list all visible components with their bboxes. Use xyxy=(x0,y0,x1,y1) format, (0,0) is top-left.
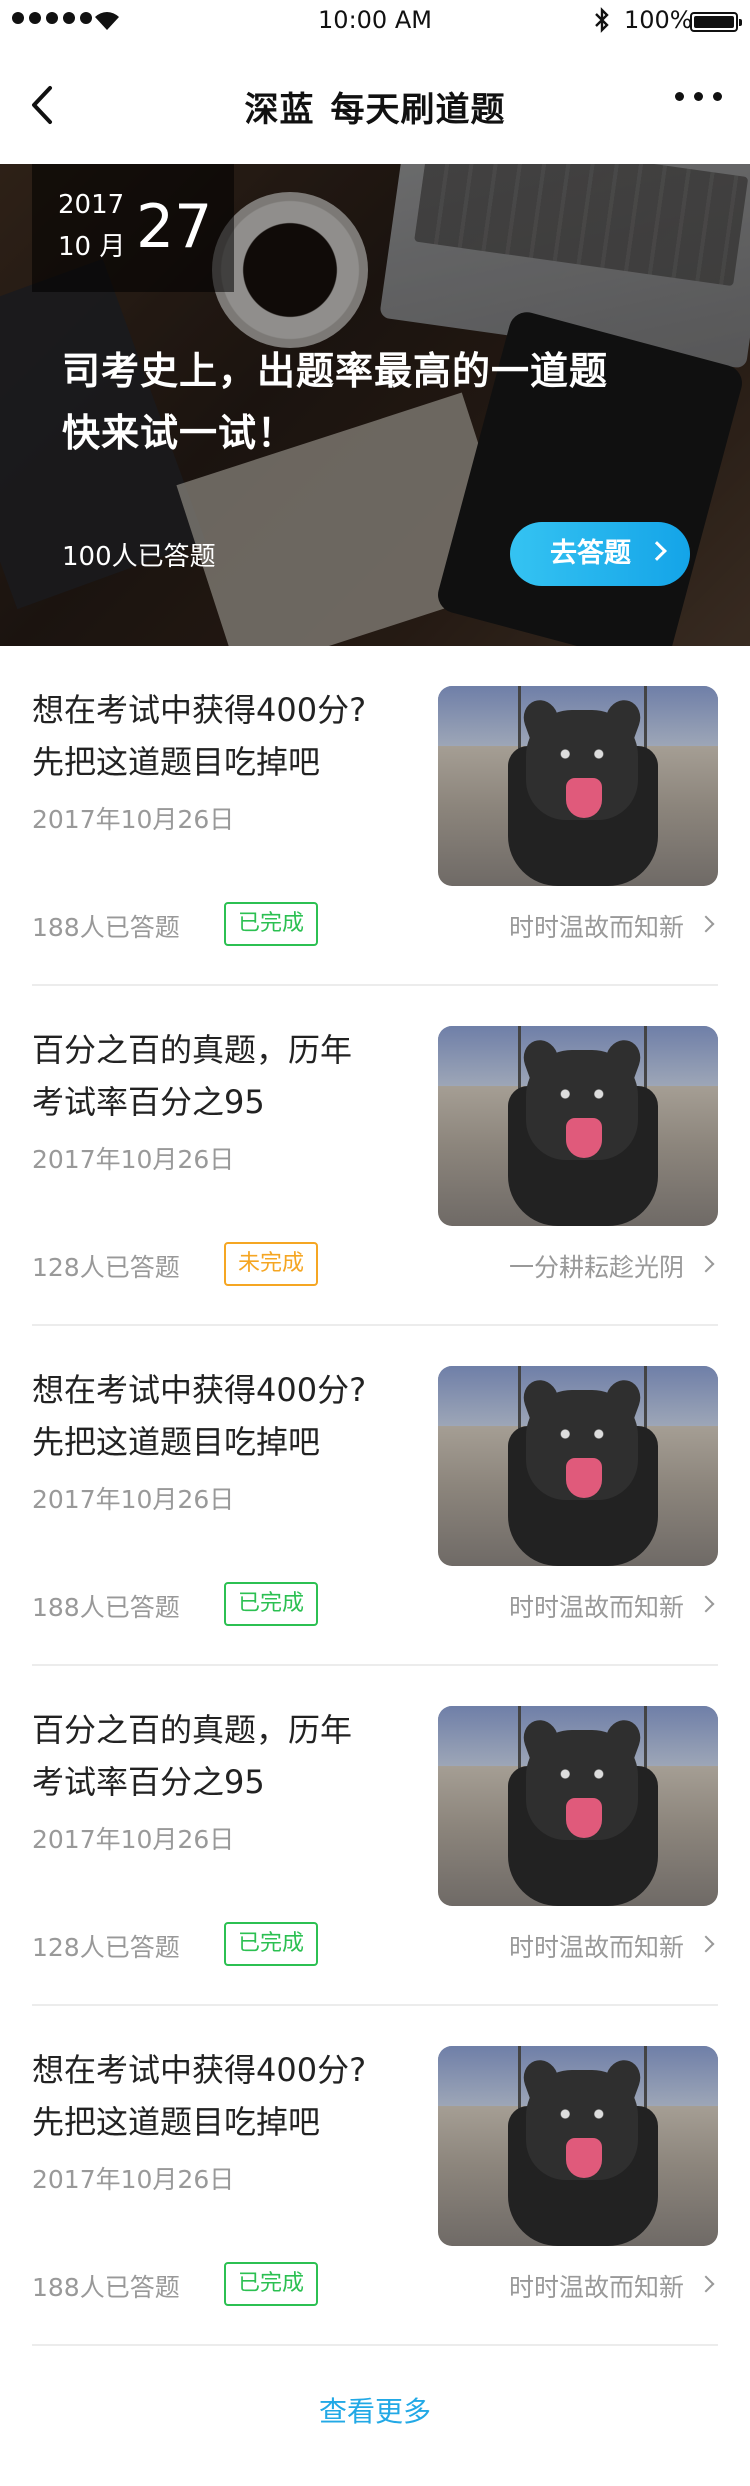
item-tagline-link[interactable]: 时时温故而知新 xyxy=(509,2268,684,2304)
question-thumbnail xyxy=(438,1026,718,1226)
nav-bar: 深蓝 每天刷道题 xyxy=(0,62,750,148)
chevron-right-icon xyxy=(697,1595,715,1613)
battery-percent: 100% xyxy=(624,6,693,34)
hero-day: 27 xyxy=(136,192,213,262)
list-item[interactable]: 想在考试中获得400分? 先把这道题目吃掉吧 2017年10月26日 188人已… xyxy=(32,2006,718,2346)
chevron-right-icon xyxy=(647,541,667,561)
go-answer-label: 去答题 xyxy=(550,538,631,569)
item-tagline-link[interactable]: 时时温故而知新 xyxy=(509,908,684,944)
question-list: 想在考试中获得400分? 先把这道题目吃掉吧 2017年10月26日 188人已… xyxy=(32,646,718,2346)
chevron-right-icon xyxy=(697,2275,715,2293)
list-item[interactable]: 百分之百的真题，历年 考试率百分之95 2017年10月26日 128人已答题 … xyxy=(32,1666,718,2006)
question-title-line1: 百分之百的真题，历年 xyxy=(32,1711,353,1749)
question-date: 2017年10月26日 xyxy=(32,1825,235,1854)
status-badge: 已完成 xyxy=(224,1582,319,1626)
question-title-line1: 想在考试中获得400分? xyxy=(32,2051,367,2089)
question-title-line2: 考试率百分之95 xyxy=(32,1763,265,1801)
battery-icon xyxy=(690,12,742,32)
item-tagline-link[interactable]: 时时温故而知新 xyxy=(509,1588,684,1624)
hero-banner: 2017 10 月 27 司考史上，出题率最高的一道题 快来试一试！ 100人已… xyxy=(0,164,750,646)
hero-answered-count: 100人已答题 xyxy=(62,542,216,572)
question-title: 想在考试中获得400分? 先把这道题目吃掉吧 xyxy=(32,2044,412,2148)
page-title-part2: 每天刷道题 xyxy=(330,90,506,130)
item-tagline-link[interactable]: 时时温故而知新 xyxy=(509,1928,684,1964)
question-title: 想在考试中获得400分? 先把这道题目吃掉吧 xyxy=(32,1364,412,1468)
hero-date-box: 2017 10 月 27 xyxy=(32,164,234,292)
question-title-line2: 考试率百分之95 xyxy=(32,1083,265,1121)
question-title-line2: 先把这道题目吃掉吧 xyxy=(32,743,321,781)
status-badge: 已完成 xyxy=(224,1922,319,1966)
question-title-line1: 百分之百的真题，历年 xyxy=(32,1031,353,1069)
question-date: 2017年10月26日 xyxy=(32,805,235,834)
list-item[interactable]: 百分之百的真题，历年 考试率百分之95 2017年10月26日 128人已答题 … xyxy=(32,986,718,1326)
hero-headline-line1: 司考史上，出题率最高的一道题 xyxy=(62,349,609,393)
hero-headline: 司考史上，出题率最高的一道题 快来试一试！ xyxy=(62,340,722,464)
answered-count: 188人已答题 xyxy=(32,2273,180,2302)
more-options-icon[interactable] xyxy=(675,92,722,101)
hero-headline-line2: 快来试一试！ xyxy=(62,411,297,455)
answered-count: 188人已答题 xyxy=(32,1593,180,1622)
question-thumbnail xyxy=(438,1366,718,1566)
go-answer-button[interactable]: 去答题 xyxy=(510,522,690,586)
question-date: 2017年10月26日 xyxy=(32,2165,235,2194)
chevron-right-icon xyxy=(697,1935,715,1953)
page-title-part1: 深蓝 xyxy=(244,90,315,130)
see-more-link[interactable]: 查看更多 xyxy=(0,2390,750,2430)
status-badge: 已完成 xyxy=(224,902,319,946)
status-badge: 已完成 xyxy=(224,2262,319,2306)
bluetooth-icon xyxy=(595,7,609,33)
question-thumbnail xyxy=(438,686,718,886)
question-date: 2017年10月26日 xyxy=(32,1145,235,1174)
list-item[interactable]: 想在考试中获得400分? 先把这道题目吃掉吧 2017年10月26日 188人已… xyxy=(32,1326,718,1666)
question-title: 想在考试中获得400分? 先把这道题目吃掉吧 xyxy=(32,684,412,788)
chevron-right-icon xyxy=(697,1255,715,1273)
question-title: 百分之百的真题，历年 考试率百分之95 xyxy=(32,1704,412,1808)
status-bar: 10:00 AM 100% xyxy=(0,0,750,42)
question-title-line2: 先把这道题目吃掉吧 xyxy=(32,2103,321,2141)
chevron-right-icon xyxy=(697,915,715,933)
question-date: 2017年10月26日 xyxy=(32,1485,235,1514)
question-title: 百分之百的真题，历年 考试率百分之95 xyxy=(32,1024,412,1128)
question-title-line1: 想在考试中获得400分? xyxy=(32,1371,367,1409)
answered-count: 128人已答题 xyxy=(32,1933,180,1962)
status-badge: 未完成 xyxy=(224,1242,319,1286)
question-thumbnail xyxy=(438,2046,718,2246)
answered-count: 188人已答题 xyxy=(32,913,180,942)
hero-year: 2017 xyxy=(58,190,125,220)
page-title: 深蓝 每天刷道题 xyxy=(0,82,750,131)
question-title-line1: 想在考试中获得400分? xyxy=(32,691,367,729)
list-item[interactable]: 想在考试中获得400分? 先把这道题目吃掉吧 2017年10月26日 188人已… xyxy=(32,646,718,986)
hero-month: 10 月 xyxy=(58,232,126,262)
item-tagline-link[interactable]: 一分耕耘趁光阴 xyxy=(509,1248,684,1284)
answered-count: 128人已答题 xyxy=(32,1253,180,1282)
question-thumbnail xyxy=(438,1706,718,1906)
question-title-line2: 先把这道题目吃掉吧 xyxy=(32,1423,321,1461)
